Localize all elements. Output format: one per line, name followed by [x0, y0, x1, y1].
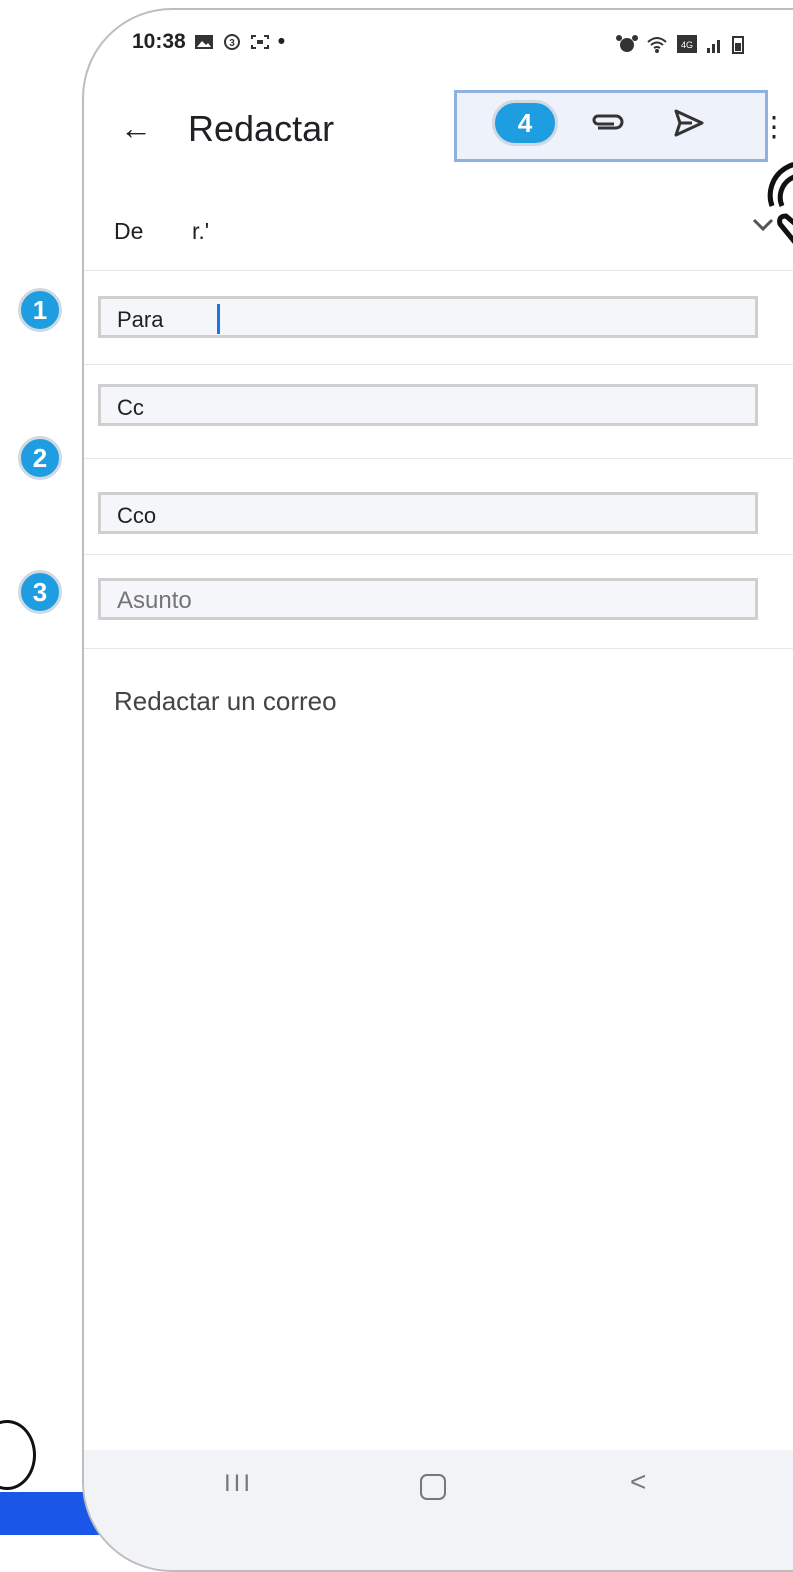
status-time: 10:38 [132, 30, 186, 53]
step-badge-3: 3 [18, 570, 62, 614]
page-title: Redactar [188, 108, 335, 149]
compose-body[interactable]: Redactar un correo [114, 686, 337, 717]
subject-field[interactable]: Asunto [98, 578, 758, 620]
screenshot-icon [250, 35, 269, 49]
more-vert-icon[interactable]: ⋮ [760, 110, 788, 143]
phone-screen: 10:38 3 • 4G ← Redactar 4 ⋮ De r.' Para [82, 8, 793, 1572]
nav-back-button[interactable]: < [630, 1466, 646, 1498]
send-icon[interactable] [672, 106, 706, 140]
divider [84, 648, 793, 649]
divider [84, 554, 793, 555]
from-label: De [114, 218, 144, 244]
cc-label: Cc [117, 395, 144, 420]
home-button[interactable] [420, 1474, 446, 1500]
svg-text:3: 3 [229, 38, 235, 49]
edge-circle-decoration [0, 1420, 36, 1490]
to-field[interactable]: Para [98, 296, 758, 338]
cc-field[interactable]: Cc [98, 384, 758, 426]
divider [84, 364, 793, 365]
from-value[interactable]: r.' [192, 218, 209, 245]
circle-3-icon: 3 [223, 34, 240, 50]
wifi-icon [647, 37, 667, 53]
system-nav-bar: III < [84, 1450, 793, 1570]
step-badge-1: 1 [18, 288, 62, 332]
app-bar: ← Redactar 4 ⋮ [84, 90, 793, 180]
svg-text:4G: 4G [681, 40, 693, 50]
status-dot: • [277, 30, 286, 53]
bcc-label: Cco [117, 503, 157, 528]
gallery-icon [194, 35, 213, 49]
chevron-down-icon[interactable] [750, 214, 776, 234]
bcc-field[interactable]: Cco [98, 492, 758, 534]
back-arrow-icon[interactable]: ← [120, 110, 152, 147]
battery-icon [732, 36, 744, 54]
divider [84, 458, 793, 459]
alarm-icon [616, 35, 638, 52]
tap-hand-icon [767, 162, 793, 244]
paperclip-icon[interactable] [590, 108, 624, 138]
subject-placeholder: Asunto [117, 587, 192, 614]
recent-apps-button[interactable]: III [224, 1470, 253, 1498]
text-caret [217, 304, 220, 334]
status-bar: 10:38 3 • [132, 30, 285, 54]
step-badge-4: 4 [492, 100, 558, 146]
step-badge-2: 2 [18, 436, 62, 480]
signal-icon [707, 40, 720, 53]
status-icons: 4G [616, 34, 744, 54]
divider [84, 270, 793, 271]
to-label: Para [117, 307, 164, 332]
volte-icon: 4G [677, 35, 697, 53]
